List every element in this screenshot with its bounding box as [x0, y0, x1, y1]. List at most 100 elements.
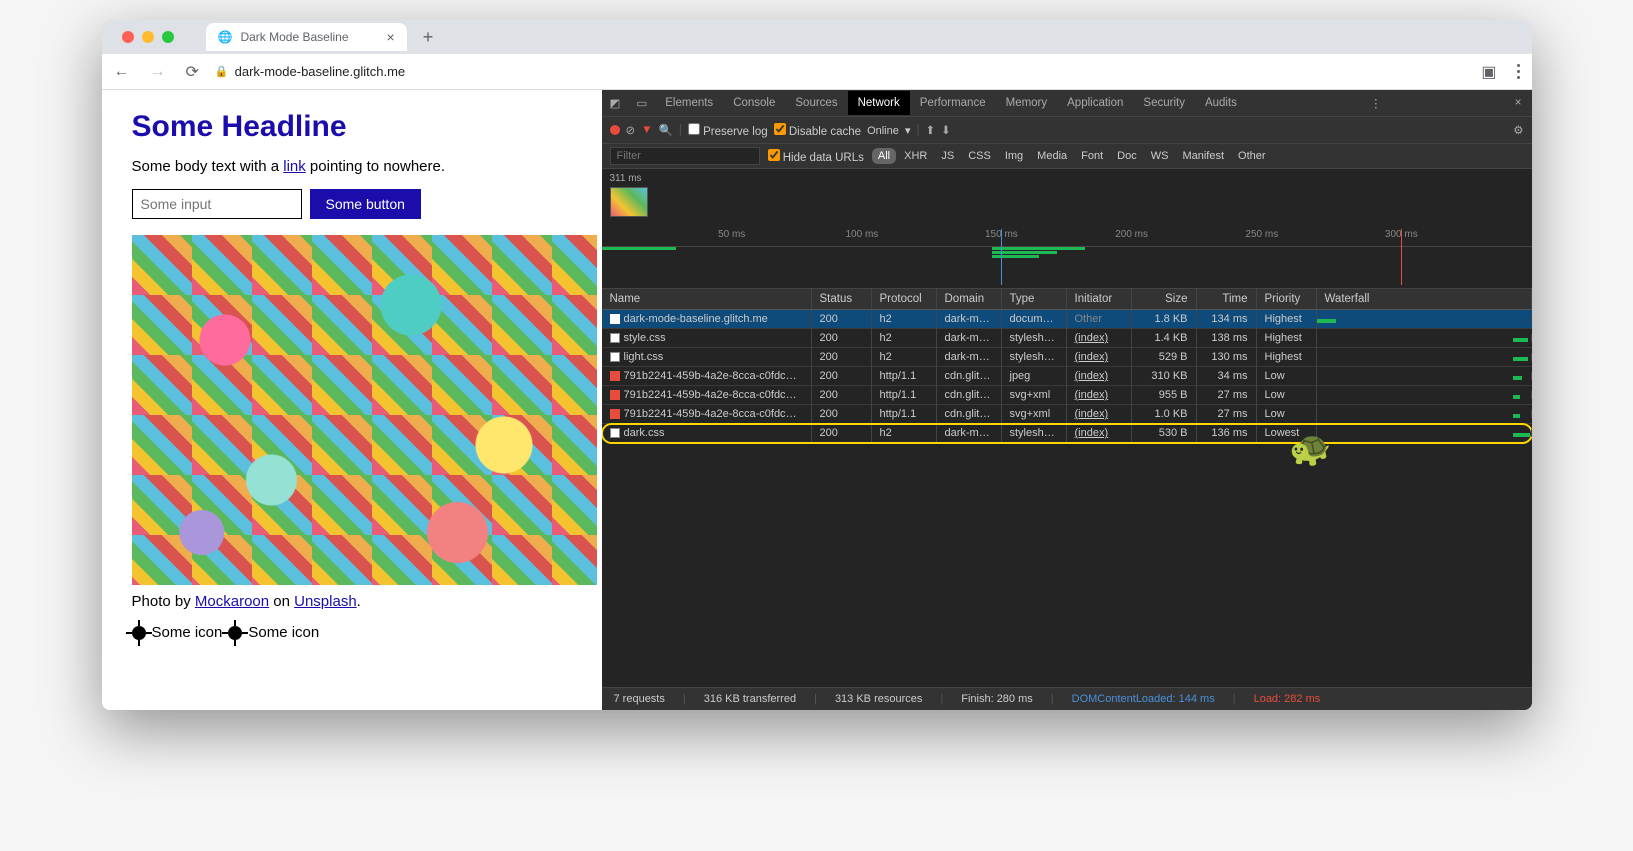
content-area: Some Headline Some body text with a link… — [102, 90, 1532, 710]
status-bar: 7 requests| 316 KB transferred| 313 KB r… — [602, 687, 1532, 710]
network-table: Name Status Protocol Domain Type Initiat… — [602, 289, 1532, 687]
chrome-menu-button[interactable] — [1513, 60, 1524, 83]
credit-site-link[interactable]: Unsplash — [294, 593, 357, 610]
filter-font[interactable]: Font — [1075, 148, 1109, 164]
back-button[interactable]: ← — [110, 59, 134, 85]
page-headline: Some Headline — [132, 110, 572, 144]
devtools-tab-elements[interactable]: Elements — [655, 91, 723, 115]
reload-button[interactable]: ⟳ — [182, 58, 203, 86]
record-button[interactable] — [610, 125, 620, 135]
preserve-log-checkbox[interactable]: Preserve log — [688, 123, 768, 138]
network-row[interactable]: 791b2241-459b-4a2e-8cca-c0fdc2…200http/1… — [602, 386, 1532, 405]
tab-close-button[interactable]: × — [387, 29, 395, 45]
clear-button[interactable]: ⊘ — [626, 123, 636, 137]
col-priority[interactable]: Priority — [1257, 289, 1317, 309]
filter-icon[interactable]: ▼ — [641, 124, 652, 136]
icons-row: Some icon Some icon — [132, 624, 572, 641]
filter-img[interactable]: Img — [999, 148, 1029, 164]
col-waterfall[interactable]: Waterfall — [1317, 289, 1532, 309]
devtools-menu-icon[interactable]: ⋮ — [1360, 92, 1392, 114]
devtools-panel: ◩ ▭ ElementsConsoleSourcesNetworkPerform… — [602, 90, 1532, 710]
filter-xhr[interactable]: XHR — [898, 148, 933, 164]
credit-author-link[interactable]: Mockaroon — [195, 593, 269, 610]
tab-title: Dark Mode Baseline — [240, 30, 348, 44]
network-row[interactable]: style.css200h2dark-mo…stylesheet(index)1… — [602, 329, 1532, 348]
status-dcl: DOMContentLoaded: 144 ms — [1072, 693, 1215, 705]
demo-button[interactable]: Some button — [310, 189, 421, 219]
devtools-tab-sources[interactable]: Sources — [785, 91, 847, 115]
col-initiator[interactable]: Initiator — [1067, 289, 1132, 309]
devtools-tab-security[interactable]: Security — [1133, 91, 1195, 115]
download-icon[interactable]: ⬇ — [941, 123, 951, 137]
devtools-tab-network[interactable]: Network — [848, 91, 910, 115]
settings-icon[interactable]: ⚙ — [1513, 123, 1523, 137]
hero-image — [132, 235, 597, 585]
url-field[interactable]: 🔒 dark-mode-baseline.glitch.me — [215, 64, 1465, 79]
filter-media[interactable]: Media — [1031, 148, 1073, 164]
body-link[interactable]: link — [283, 158, 306, 175]
bulb-icon — [228, 626, 242, 640]
throttle-select[interactable]: Online ▾ — [867, 124, 910, 137]
timeline-overview[interactable]: 311 ms 50 ms100 ms150 ms200 ms250 ms300 … — [602, 169, 1532, 289]
ruler-tick: 100 ms — [845, 229, 878, 240]
status-load: Load: 282 ms — [1254, 693, 1321, 705]
devtools-tab-performance[interactable]: Performance — [910, 91, 996, 115]
filter-doc[interactable]: Doc — [1111, 148, 1143, 164]
extensions-icon[interactable]: ▣ — [1477, 58, 1500, 86]
ruler-tick: 200 ms — [1115, 229, 1148, 240]
icon-label-1: Some icon — [152, 624, 223, 641]
devtools-close-button[interactable]: × — [1505, 93, 1532, 113]
lock-icon: 🔒 — [215, 65, 229, 78]
filter-manifest[interactable]: Manifest — [1176, 148, 1230, 164]
network-row[interactable]: 791b2241-459b-4a2e-8cca-c0fdc2…200http/1… — [602, 367, 1532, 386]
col-domain[interactable]: Domain — [937, 289, 1002, 309]
devtools-tab-application[interactable]: Application — [1057, 91, 1133, 115]
col-type[interactable]: Type — [1002, 289, 1067, 309]
network-toolbar: ⊘ ▼ 🔍 | Preserve log Disable cache Onlin… — [602, 117, 1532, 144]
col-time[interactable]: Time — [1197, 289, 1257, 309]
new-tab-button[interactable]: + — [415, 27, 442, 48]
address-bar: ← → ⟳ 🔒 dark-mode-baseline.glitch.me ▣ — [102, 54, 1532, 90]
status-resources: 313 KB resources — [835, 693, 922, 705]
devtools-tab-audits[interactable]: Audits — [1195, 91, 1247, 115]
inspect-icon[interactable]: ◩ — [602, 92, 629, 114]
col-protocol[interactable]: Protocol — [872, 289, 937, 309]
photo-credit: Photo by Mockaroon on Unsplash. — [132, 593, 572, 610]
device-icon[interactable]: ▭ — [628, 92, 655, 114]
filter-bar: Hide data URLs AllXHRJSCSSImgMediaFontDo… — [602, 144, 1532, 169]
bulb-icon — [132, 626, 146, 640]
devtools-tab-memory[interactable]: Memory — [996, 91, 1058, 115]
network-row[interactable]: dark.css200h2dark-mo…stylesheet(index)53… — [602, 424, 1532, 443]
filter-js[interactable]: JS — [935, 148, 960, 164]
minimize-window-button[interactable] — [142, 31, 154, 43]
close-window-button[interactable] — [122, 31, 134, 43]
disable-cache-checkbox[interactable]: Disable cache — [774, 123, 861, 138]
table-header: Name Status Protocol Domain Type Initiat… — [602, 289, 1532, 310]
tab-strip: 🌐 Dark Mode Baseline × + — [102, 20, 1532, 54]
hide-data-urls-checkbox[interactable]: Hide data URLs — [768, 149, 864, 164]
demo-input[interactable] — [132, 189, 302, 219]
filter-css[interactable]: CSS — [962, 148, 997, 164]
status-requests: 7 requests — [614, 693, 665, 705]
filter-input[interactable] — [610, 147, 760, 165]
devtools-tabs: ◩ ▭ ElementsConsoleSourcesNetworkPerform… — [602, 90, 1532, 117]
network-row[interactable]: light.css200h2dark-mo…stylesheet(index)5… — [602, 348, 1532, 367]
filter-other[interactable]: Other — [1232, 148, 1272, 164]
filter-all[interactable]: All — [872, 148, 896, 164]
status-finish: Finish: 280 ms — [961, 693, 1033, 705]
col-name[interactable]: Name — [602, 289, 812, 309]
col-status[interactable]: Status — [812, 289, 872, 309]
filmstrip-thumbnail — [610, 187, 648, 217]
network-row[interactable]: 791b2241-459b-4a2e-8cca-c0fdc2…200http/1… — [602, 405, 1532, 424]
ruler-tick: 250 ms — [1245, 229, 1278, 240]
search-icon[interactable]: 🔍 — [659, 123, 673, 137]
browser-tab[interactable]: 🌐 Dark Mode Baseline × — [206, 23, 407, 51]
forward-button[interactable]: → — [146, 59, 170, 85]
upload-icon[interactable]: ⬆ — [926, 123, 936, 137]
filter-ws[interactable]: WS — [1145, 148, 1175, 164]
devtools-tab-console[interactable]: Console — [723, 91, 785, 115]
network-row[interactable]: dark-mode-baseline.glitch.me200h2dark-mo… — [602, 310, 1532, 329]
col-size[interactable]: Size — [1132, 289, 1197, 309]
url-text: dark-mode-baseline.glitch.me — [235, 64, 406, 79]
maximize-window-button[interactable] — [162, 31, 174, 43]
